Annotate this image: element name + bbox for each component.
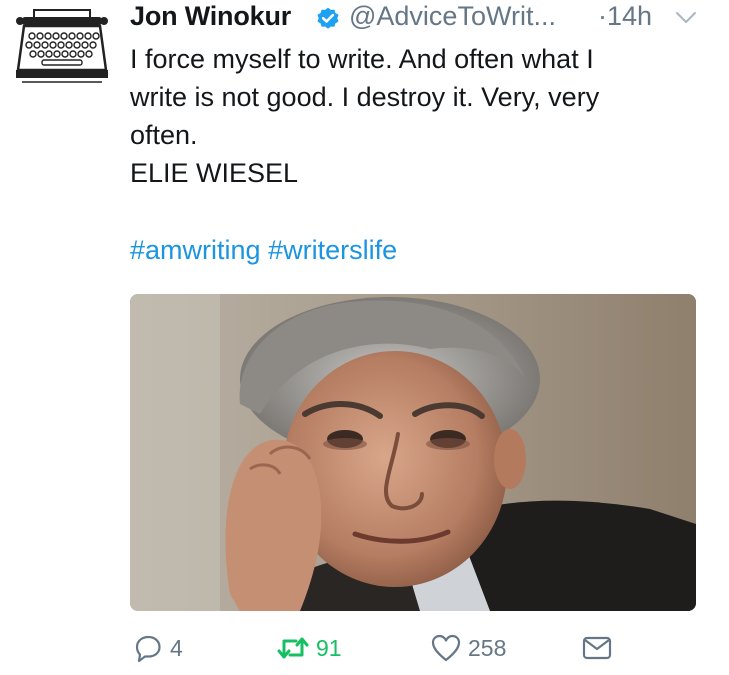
retweet-button[interactable]: 91	[276, 628, 342, 668]
avatar[interactable]	[12, 6, 112, 86]
reply-button[interactable]: 4	[132, 628, 183, 668]
typewriter-icon	[16, 9, 108, 83]
time-separator: ·	[598, 1, 607, 31]
hashtag-link[interactable]: #writerslife	[268, 235, 397, 265]
like-count: 258	[468, 634, 507, 661]
tweet-text-line: I force myself to write. And often what …	[130, 44, 594, 74]
tweet-text-line: often.	[130, 120, 198, 150]
time-value: 14h	[607, 1, 653, 31]
chevron-down-icon[interactable]	[675, 10, 697, 26]
retweet-icon	[277, 637, 309, 659]
retweet-count: 91	[316, 634, 342, 661]
reply-count: 4	[170, 634, 183, 661]
tweet-photo[interactable]	[130, 294, 696, 611]
tweet-header: Jon Winokur @AdviceToWrit... ·14h	[130, 0, 720, 36]
tweet-text-line: ELIE WIESEL	[130, 158, 299, 188]
reply-bubble-icon	[135, 635, 161, 663]
hashtag-row: #amwriting #writerslife	[130, 231, 397, 269]
author-name[interactable]: Jon Winokur	[130, 1, 291, 32]
portrait-photo	[130, 294, 696, 611]
heart-icon	[431, 634, 461, 662]
envelope-icon	[582, 636, 612, 660]
verified-badge-icon	[317, 7, 339, 29]
tweet-text: I force myself to write. And often what …	[130, 40, 710, 192]
author-handle[interactable]: @AdviceToWrit...	[349, 1, 556, 32]
hashtag-link[interactable]: #amwriting	[130, 235, 261, 265]
tweet-timestamp[interactable]: ·14h	[598, 1, 652, 32]
direct-message-button[interactable]	[580, 628, 614, 668]
like-button[interactable]: 258	[430, 628, 506, 668]
tweet-actions: 4 91 258	[130, 628, 720, 668]
tweet-text-line: write is not good. I destroy it. Very, v…	[130, 82, 600, 112]
